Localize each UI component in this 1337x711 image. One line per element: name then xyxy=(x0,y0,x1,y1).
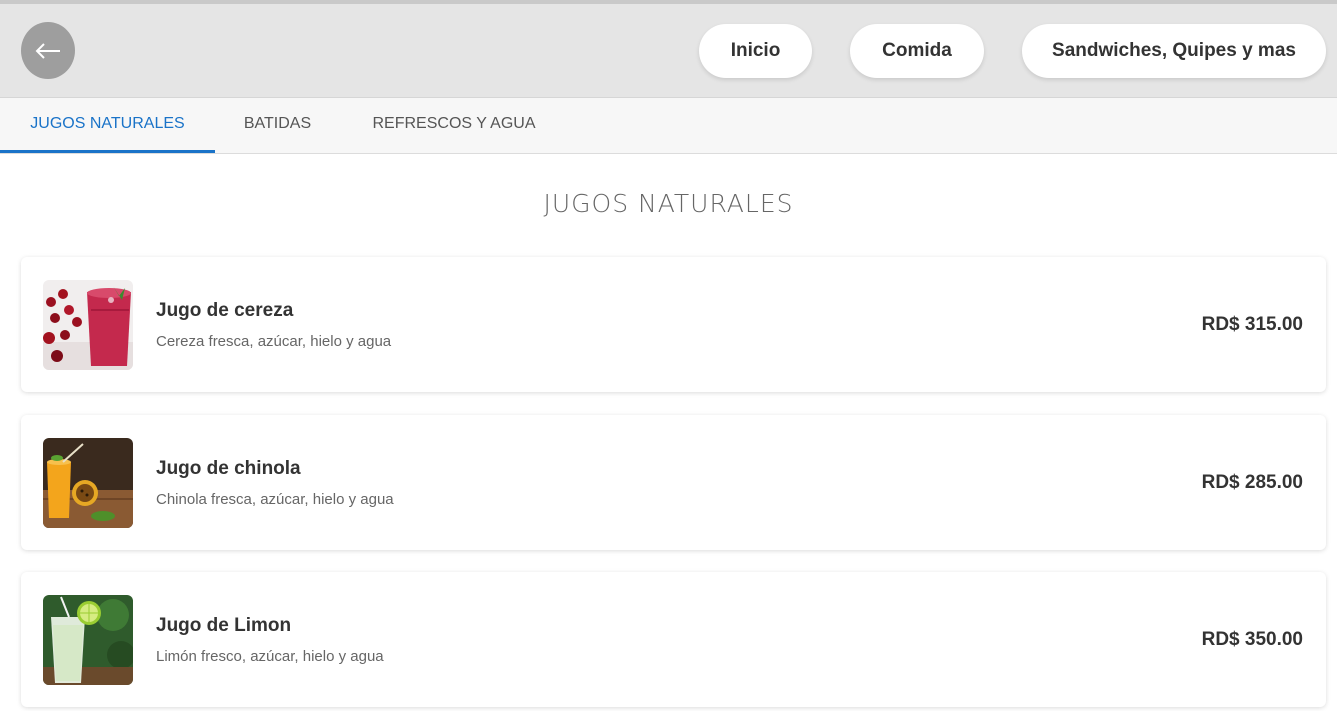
item-description: Cereza fresca, azúcar, hielo y agua xyxy=(156,333,392,350)
item-description: Limón fresco, azúcar, hielo y agua xyxy=(156,648,384,665)
top-bar: Inicio Comida Sandwiches, Quipes y mas xyxy=(0,0,1337,98)
item-name: Jugo de chinola xyxy=(156,458,301,479)
menu-item-card[interactable]: Jugo de Limon Limón fresco, azúcar, hiel… xyxy=(21,572,1326,707)
passion-fruit-juice-photo xyxy=(43,438,133,528)
tab-refrescos-y-agua[interactable]: REFRESCOS Y AGUA xyxy=(340,98,568,153)
item-name: Jugo de Limon xyxy=(156,615,292,636)
category-tabs: JUGOS NATURALES BATIDAS REFRESCOS Y AGUA xyxy=(0,98,1337,154)
lemonade-photo xyxy=(43,595,133,685)
item-price: RD$ 285.00 xyxy=(1201,472,1303,493)
nav-comida-button[interactable]: Comida xyxy=(850,24,984,78)
item-description: Chinola fresca, azúcar, hielo y agua xyxy=(156,491,394,508)
section-title: JUGOS NATURALES xyxy=(543,189,794,218)
nav-sandwiches-button[interactable]: Sandwiches, Quipes y mas xyxy=(1022,24,1326,78)
nav-inicio-button[interactable]: Inicio xyxy=(699,24,812,78)
cherry-juice-photo xyxy=(43,280,133,370)
item-price: RD$ 315.00 xyxy=(1201,314,1303,335)
item-price: RD$ 350.00 xyxy=(1201,629,1303,650)
menu-item-card[interactable]: Jugo de cereza Cereza fresca, azúcar, hi… xyxy=(21,257,1326,392)
tab-jugos-naturales[interactable]: JUGOS NATURALES xyxy=(0,98,215,153)
arrow-left-icon xyxy=(35,43,60,59)
back-button[interactable] xyxy=(21,22,75,79)
tab-batidas[interactable]: BATIDAS xyxy=(215,98,340,153)
menu-item-card[interactable]: Jugo de chinola Chinola fresca, azúcar, … xyxy=(21,415,1326,550)
item-name: Jugo de cereza xyxy=(156,300,294,321)
